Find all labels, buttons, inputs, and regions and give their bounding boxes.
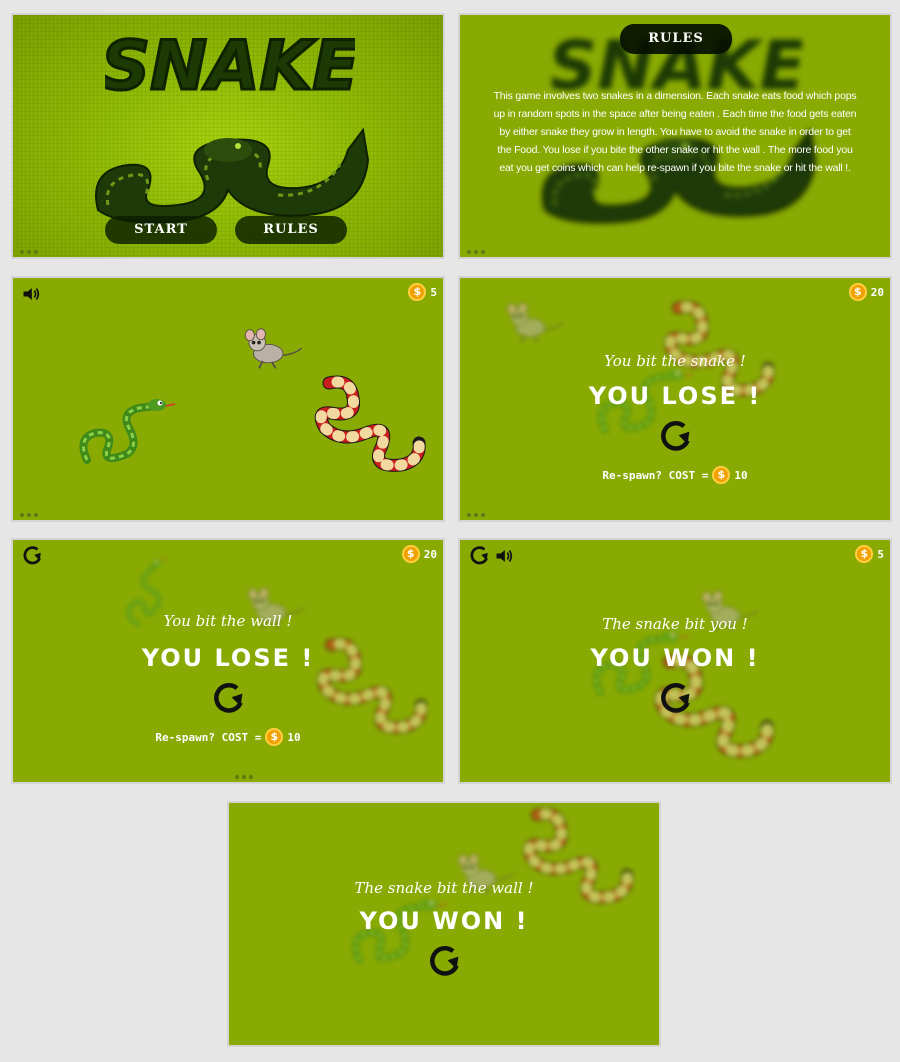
coin-icon: $	[408, 283, 427, 301]
respawn-label: Re-spawn? COST =	[155, 730, 262, 744]
pagination-dots	[467, 513, 489, 517]
coin-counter: $ 20	[848, 283, 884, 301]
green-snake-player	[77, 388, 177, 468]
rules-button[interactable]: RULES	[235, 216, 347, 244]
pagination-dots	[467, 250, 489, 254]
start-button[interactable]: START	[105, 216, 217, 244]
pagination-dots	[20, 513, 42, 517]
coin-icon: $	[848, 283, 867, 301]
lose-snake-screen: $ 20 You bit the snake ! YOU LOSE ! Re-s…	[460, 278, 890, 520]
respawn-cost[interactable]: Re-spawn? COST = $ 10	[460, 466, 890, 484]
speaker-icon[interactable]	[21, 284, 41, 304]
lose-wall-screen: $ 20 You bit the wall ! YOU LOSE ! Re-sp…	[13, 540, 443, 782]
svg-text:SNAKE: SNAKE	[105, 27, 355, 106]
pagination-dots	[235, 775, 257, 779]
snake-artwork	[73, 110, 383, 230]
won-bit-screen: $ 5 The snake bit you ! YOU WON !	[460, 540, 890, 782]
lose-title: YOU LOSE !	[588, 382, 762, 410]
restart-icon[interactable]	[426, 944, 462, 980]
snake-logo: SNAKE	[105, 26, 355, 108]
coin-count: 5	[877, 547, 884, 561]
won-title: YOU WON !	[359, 907, 529, 935]
pagination-dots	[20, 250, 42, 254]
coin-counter: $ 5	[855, 545, 884, 563]
won-wall-screen: The snake bit the wall ! YOU WON !	[229, 803, 659, 1045]
gameplay-screen: $ 5	[13, 278, 443, 520]
lose-title: YOU LOSE !	[141, 644, 315, 672]
rules-description: This game involves two snakes in a dimen…	[493, 90, 857, 174]
coin-icon: $	[265, 728, 284, 746]
respawn-label: Re-spawn? COST =	[602, 468, 709, 482]
rules-screen: SNAKE RULES This game involves two snake…	[460, 15, 890, 257]
restart-icon[interactable]	[657, 419, 693, 455]
respawn-cost-value: 10	[734, 468, 748, 482]
coin-icon: $	[401, 545, 420, 563]
restart-small-icon[interactable]	[468, 545, 490, 567]
won-reason: The snake bit the wall !	[354, 879, 534, 897]
lose-reason: You bit the snake !	[604, 352, 746, 370]
coin-count: 20	[870, 285, 884, 299]
coin-counter: $ 5	[408, 283, 437, 301]
coin-counter: $ 20	[401, 545, 437, 563]
coin-icon: $	[712, 466, 731, 484]
respawn-cost[interactable]: Re-spawn? COST = $ 10	[13, 728, 443, 746]
restart-icon[interactable]	[657, 681, 693, 717]
won-reason: The snake bit you !	[602, 615, 748, 633]
coin-count: 20	[423, 547, 437, 561]
coin-icon: $	[855, 545, 874, 563]
won-title: YOU WON !	[590, 644, 760, 672]
respawn-cost-value: 10	[287, 730, 301, 744]
mouse-food	[238, 326, 304, 372]
restart-small-icon[interactable]	[21, 545, 43, 567]
coral-snake-enemy	[311, 373, 431, 473]
restart-icon[interactable]	[210, 681, 246, 717]
coin-count: 5	[430, 285, 437, 299]
lose-reason: You bit the wall !	[163, 612, 293, 630]
speaker-icon[interactable]	[494, 546, 514, 566]
menu-screen: SNAKE START RULES	[13, 15, 443, 257]
rules-title: RULES	[620, 24, 732, 54]
